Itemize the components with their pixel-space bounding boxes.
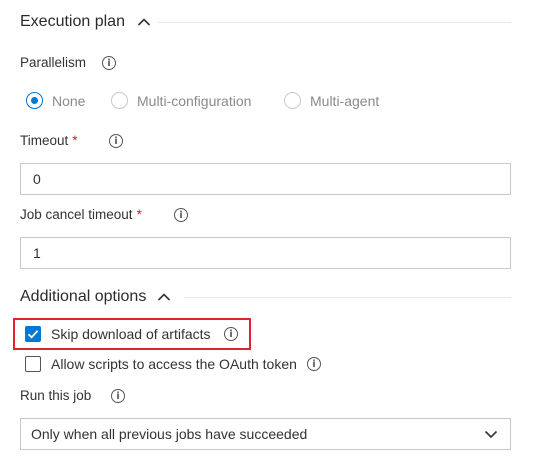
radio-none-label: None [52,93,86,109]
execution-plan-title: Execution plan [20,13,125,30]
execution-plan-header[interactable]: Execution plan [20,13,151,31]
run-this-job-selected: Only when all previous jobs have succeed… [31,426,308,442]
radio-multi-configuration[interactable] [111,92,128,109]
job-cancel-timeout-label-text: Job cancel timeout [20,207,133,222]
info-icon[interactable]: i [224,327,238,341]
radio-multi-configuration-label: Multi-configuration [137,93,252,109]
parallelism-label: Parallelism [20,55,87,70]
required-marker: * [136,207,142,222]
allow-scripts-label: Allow scripts to access the OAuth token [51,356,297,372]
info-icon[interactable]: i [111,389,125,403]
timeout-input[interactable]: 0 [20,163,511,195]
job-cancel-timeout-input[interactable]: 1 [20,237,511,269]
info-icon[interactable]: i [109,134,123,148]
required-marker: * [72,133,78,148]
additional-options-header[interactable]: Additional options [20,288,171,306]
chevron-up-icon [138,18,151,26]
section-divider [184,297,511,298]
run-this-job-label: Run this job [20,388,92,403]
checkmark-icon [27,330,39,339]
section-divider [158,22,511,23]
radio-none[interactable] [26,92,43,109]
info-icon[interactable]: i [174,208,188,222]
radio-multi-agent[interactable] [284,92,301,109]
timeout-label-text: Timeout [20,133,69,148]
job-cancel-timeout-value: 1 [33,245,41,261]
timeout-label: Timeout * [20,133,78,148]
info-icon[interactable]: i [102,56,116,70]
chevron-up-icon [157,293,170,301]
timeout-value: 0 [33,171,41,187]
radio-multi-agent-label: Multi-agent [310,93,380,109]
job-cancel-timeout-label: Job cancel timeout * [20,207,142,222]
run-this-job-dropdown[interactable]: Only when all previous jobs have succeed… [20,418,511,450]
info-icon[interactable]: i [307,357,321,371]
skip-download-checkbox[interactable] [25,326,41,342]
allow-scripts-checkbox[interactable] [25,356,41,372]
chevron-down-icon [484,430,498,439]
skip-download-label: Skip download of artifacts [51,326,211,342]
additional-options-title: Additional options [20,288,147,305]
radio-circle-selected [26,92,43,109]
